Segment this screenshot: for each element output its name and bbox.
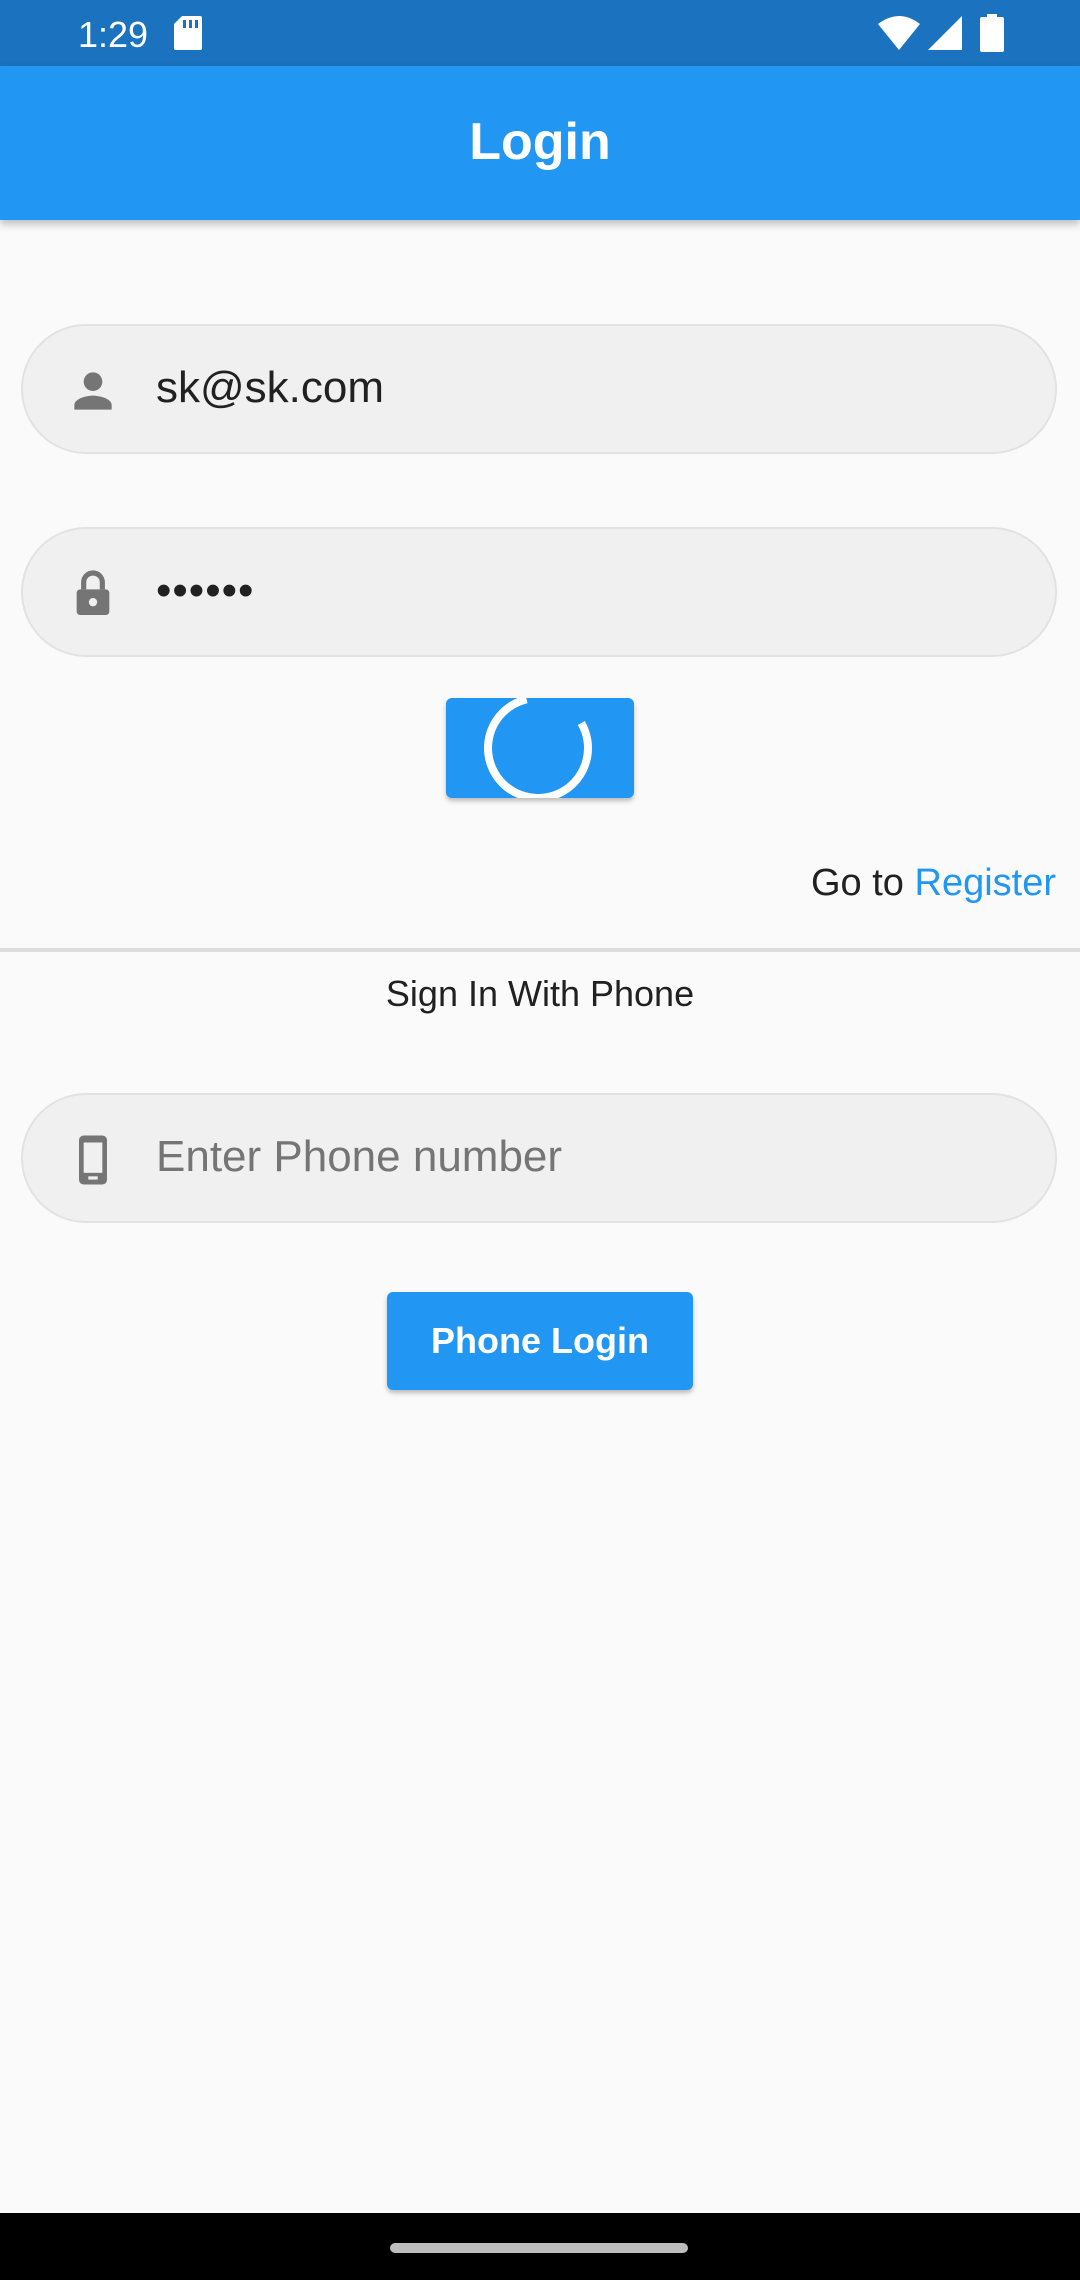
register-prompt-prefix: Go to [811,862,915,904]
navigation-bar [0,2213,1080,2280]
loading-spinner-icon [484,698,592,798]
password-field[interactable]: •••••• [21,527,1057,657]
phone-login-button[interactable]: Phone Login [387,1292,693,1390]
phone-number-field[interactable]: Enter Phone number [21,1093,1057,1223]
battery-icon [980,14,1004,52]
status-time: 1:29 [78,14,149,55]
email-value[interactable]: sk@sk.com [156,363,384,413]
smartphone-icon [79,1135,107,1185]
sign-in-with-phone-label: Sign In With Phone [385,973,695,1014]
register-prompt: Go to Register [811,862,1056,905]
page-title: Login [469,113,611,171]
cell-signal-icon [928,16,962,50]
phone-number-placeholder[interactable]: Enter Phone number [156,1132,562,1182]
register-link[interactable]: Register [915,862,1057,904]
email-field[interactable]: sk@sk.com [21,324,1057,454]
status-bar: 1:29 [0,0,1080,66]
login-button[interactable] [446,698,634,798]
wifi-icon [878,16,920,50]
divider [0,948,1080,952]
password-value[interactable]: •••••• [156,566,254,616]
sd-card-icon [174,16,202,50]
person-icon [74,372,112,410]
lock-icon [76,570,110,615]
app-bar: Login [0,66,1080,220]
home-gesture-handle[interactable] [390,2243,688,2253]
phone-login-label: Phone Login [431,1320,649,1361]
